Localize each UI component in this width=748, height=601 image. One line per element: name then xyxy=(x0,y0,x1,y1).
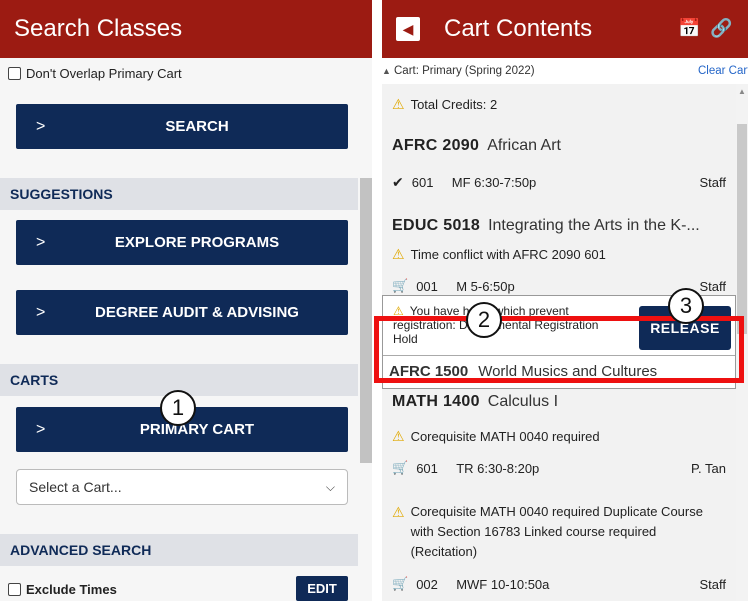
section-number: 601 xyxy=(411,174,434,190)
warning-icon: ⚠ xyxy=(392,245,405,262)
collapse-up-icon[interactable]: ▲ xyxy=(382,58,392,84)
course-name: African Art xyxy=(487,137,561,154)
section-instructor: Staff xyxy=(699,576,726,592)
exclude-times-checkbox[interactable] xyxy=(8,582,21,596)
cart-panel-header: ◀ Cart Contents 📅 🔗 xyxy=(382,0,748,58)
chevron-right-icon: > xyxy=(36,421,46,438)
chevron-right-icon: > xyxy=(36,118,46,135)
section-time: MWF 10-10:50a xyxy=(456,576,550,592)
left-scrollbar[interactable] xyxy=(360,178,372,463)
total-credits-row: ⚠ Total Credits: 2 xyxy=(382,94,736,114)
search-button-label: SEARCH xyxy=(165,118,229,135)
advanced-search-header: ADVANCED SEARCH xyxy=(0,534,358,566)
section-time: M 5-6:50p xyxy=(456,278,515,294)
search-button[interactable]: > SEARCH xyxy=(16,104,348,149)
course-title-math-1400[interactable]: MATH 1400 Calculus I xyxy=(382,390,736,414)
section-instructor: Staff xyxy=(699,278,726,294)
suggestions-header: SUGGESTIONS xyxy=(0,178,358,210)
edit-button[interactable]: EDIT xyxy=(296,576,348,601)
warning-text: Corequisite MATH 0040 required Duplicate… xyxy=(410,504,703,559)
annotation-marker-1: 1 xyxy=(160,390,196,426)
explore-programs-label: EXPLORE PROGRAMS xyxy=(114,234,280,251)
search-panel: Search Classes Don't Overlap Primary Car… xyxy=(0,0,372,601)
check-icon: ✔ xyxy=(392,173,404,190)
section-row[interactable]: 🛒 002 MWF 10-10:50a Staff xyxy=(382,574,736,594)
scroll-thumb[interactable] xyxy=(737,124,747,334)
warning-text: Corequisite MATH 0040 required xyxy=(410,428,600,444)
clear-cart-link[interactable]: Clear Cart xyxy=(698,58,748,84)
degree-audit-button[interactable]: > DEGREE AUDIT & ADVISING xyxy=(16,290,348,335)
cart-bar: ▲ Cart: Primary (Spring 2022) Clear Cart xyxy=(382,58,748,84)
section-row[interactable]: ✔ 601 MF 6:30-7:50p Staff xyxy=(382,172,736,192)
warning-icon: ⚠ xyxy=(392,504,405,520)
chevron-right-icon: > xyxy=(36,304,46,321)
cart-icon: 🛒 xyxy=(392,278,409,293)
cart-select[interactable]: Select a Cart... ⌵ xyxy=(16,469,348,505)
scroll-up-icon[interactable]: ▲ xyxy=(738,87,746,96)
warning-icon: ⚠ xyxy=(392,95,405,112)
section-instructor: Staff xyxy=(699,174,726,190)
search-panel-title: Search Classes xyxy=(0,0,372,58)
warning-row: ⚠ Corequisite MATH 0040 required xyxy=(382,426,736,446)
exclude-times-row[interactable]: Exclude Times xyxy=(0,580,117,598)
cart-icon: 🛒 xyxy=(392,576,409,591)
cart-panel-title: Cart Contents xyxy=(444,15,593,42)
section-instructor: P. Tan xyxy=(691,460,726,476)
warning-text: Time conflict with AFRC 2090 601 xyxy=(410,246,606,262)
total-credits: Total Credits: 2 xyxy=(410,96,498,112)
section-row[interactable]: 🛒 601 TR 6:30-8:20p P. Tan xyxy=(382,458,736,478)
chevron-down-icon: ⌵ xyxy=(325,480,335,494)
exclude-times-label: Exclude Times xyxy=(26,581,117,597)
course-name: Integrating the Arts in the K-... xyxy=(488,217,700,234)
dont-overlap-checkbox[interactable] xyxy=(8,66,21,80)
warning-icon: ⚠ xyxy=(392,427,405,444)
course-title-afrc-2090[interactable]: AFRC 2090 African Art xyxy=(382,134,736,158)
course-name: Calculus I xyxy=(487,393,559,410)
course-code: MATH 1400 xyxy=(392,393,480,410)
section-time: MF 6:30-7:50p xyxy=(451,174,537,190)
section-number: 002 xyxy=(416,576,438,592)
annotation-marker-2: 2 xyxy=(466,302,502,338)
calendar-icon[interactable]: 📅 xyxy=(678,18,700,39)
cart-icon: 🛒 xyxy=(392,460,409,475)
section-number: 001 xyxy=(416,278,438,294)
dont-overlap-label: Don't Overlap Primary Cart xyxy=(26,65,182,81)
warning-row: ⚠ Corequisite MATH 0040 required Duplica… xyxy=(382,502,736,562)
section-time: TR 6:30-8:20p xyxy=(456,460,540,476)
annotation-marker-3: 3 xyxy=(668,288,704,324)
dont-overlap-checkbox-row[interactable]: Don't Overlap Primary Cart xyxy=(0,64,182,82)
cart-name: Cart: Primary (Spring 2022) xyxy=(394,65,535,77)
section-number: 601 xyxy=(416,460,438,476)
highlight-box xyxy=(374,316,744,383)
link-icon[interactable]: 🔗 xyxy=(710,18,732,39)
degree-audit-label: DEGREE AUDIT & ADVISING xyxy=(95,304,299,321)
cart-select-value: Select a Cart... xyxy=(29,479,122,495)
warning-row: ⚠ Time conflict with AFRC 2090 601 xyxy=(382,244,736,264)
back-arrow-icon[interactable]: ◀ xyxy=(396,17,420,41)
course-code: AFRC 2090 xyxy=(392,137,480,154)
explore-programs-button[interactable]: > EXPLORE PROGRAMS xyxy=(16,220,348,265)
course-title-educ-5018[interactable]: EDUC 5018 Integrating the Arts in the K-.… xyxy=(382,214,736,238)
chevron-right-icon: > xyxy=(36,234,46,251)
course-code: EDUC 5018 xyxy=(392,217,481,234)
